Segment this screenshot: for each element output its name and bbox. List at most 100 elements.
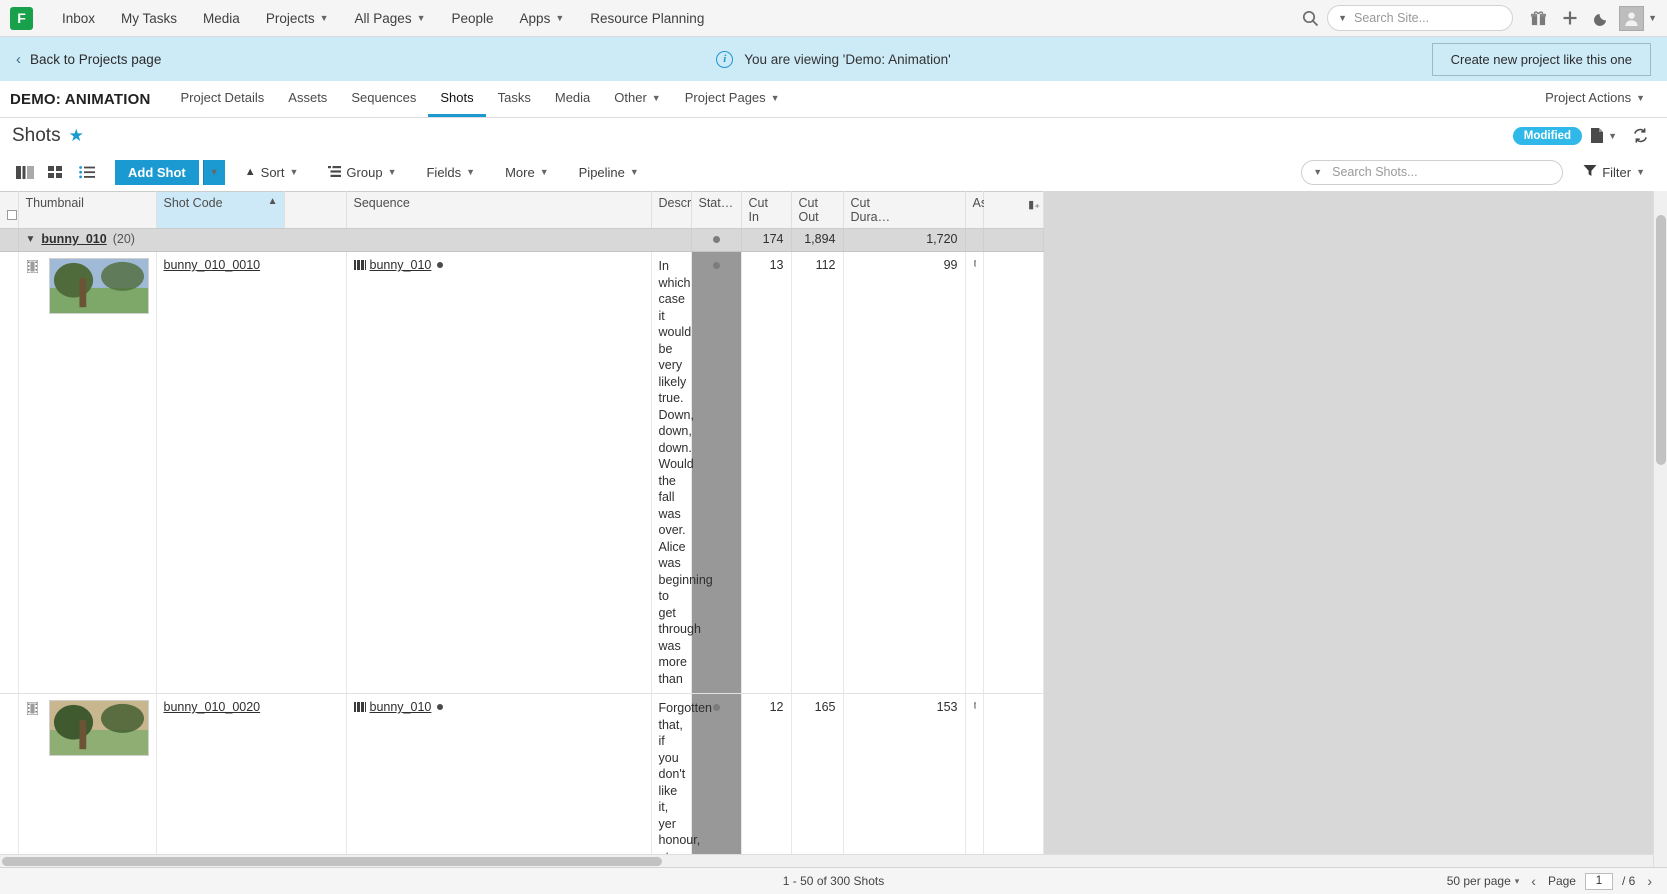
tab-sequences[interactable]: Sequences (339, 81, 428, 117)
cut-in-cell[interactable]: 12 (741, 693, 792, 867)
tab-assets[interactable]: Assets (276, 81, 339, 117)
thumbnail-cell[interactable] (18, 693, 157, 867)
column-header-cut-out[interactable]: Cut Out (791, 191, 844, 229)
shot-code-cell[interactable]: bunny_010_0020 (156, 693, 347, 867)
more-label: More (505, 164, 535, 180)
nav-item-people[interactable]: People (439, 0, 507, 37)
global-navigation-bar: F Inbox My Tasks Media Projects ▼ All Pag… (0, 0, 1667, 37)
sequence-cell[interactable]: bunny_010 (346, 251, 652, 694)
shots-table-scroll[interactable]: Thumbnail Shot Code ▲ Sequence Descriptio… (0, 191, 1653, 867)
tab-shots[interactable]: Shots (428, 81, 486, 117)
cut-duration-cell[interactable]: 153 (843, 693, 966, 867)
site-search-input[interactable]: ▼ Search Site... (1327, 5, 1514, 31)
column-label: Stat… (698, 196, 734, 210)
select-all-checkbox-header[interactable] (0, 191, 19, 229)
nav-item-all-pages[interactable]: All Pages ▼ (342, 0, 439, 37)
fields-menu[interactable]: Fields ▼ (416, 159, 485, 185)
cut-in-cell[interactable]: 13 (741, 251, 792, 694)
cut-out-cell[interactable]: 112 (791, 251, 844, 694)
tab-media[interactable]: Media (543, 81, 602, 117)
table-row[interactable]: bunny_010_0010 bunny_010 In which case it … (0, 251, 1044, 694)
grid-view-icon[interactable] (43, 159, 70, 185)
column-header-thumbnail[interactable]: Thumbnail (18, 191, 157, 229)
row-select-cell[interactable] (0, 251, 19, 694)
column-header-cut-duration[interactable]: Cut Dura… (843, 191, 966, 229)
create-new-project-button[interactable]: Create new project like this one (1431, 42, 1651, 76)
column-header-sequence[interactable]: Sequence (346, 191, 652, 229)
assets-cell[interactable]: Alice● , Caterp… (965, 693, 984, 867)
add-shot-button[interactable]: Add Shot (115, 159, 199, 185)
list-view-icon[interactable] (74, 159, 101, 185)
moon-icon[interactable] (1587, 3, 1617, 33)
search-shots-input[interactable]: ▼ Search Shots... (1301, 159, 1564, 185)
nav-item-resource-planning[interactable]: Resource Planning (577, 0, 717, 37)
column-header-cut-in[interactable]: Cut In (741, 191, 792, 229)
tab-project-details[interactable]: Project Details (168, 81, 276, 117)
column-view-icon[interactable] (12, 159, 39, 185)
user-menu[interactable]: ▼ (1619, 3, 1657, 33)
shot-code-link[interactable]: bunny_010_0020 (164, 700, 261, 714)
favorite-star-icon[interactable]: ★ (69, 126, 84, 146)
column-header-status[interactable]: Stat… (691, 191, 742, 229)
sequence-cell[interactable]: bunny_010 (346, 693, 652, 867)
cut-duration-cell[interactable]: 99 (843, 251, 966, 694)
tab-label: Media (554, 90, 591, 105)
cut-out-cell[interactable]: 165 (791, 693, 844, 867)
shot-code-cell[interactable]: bunny_010_0010 (156, 251, 347, 694)
filter-menu[interactable]: Filter ▼ (1573, 159, 1655, 185)
pagination-footer: 1 - 50 of 300 Shots 50 per page ▾ ‹ Page… (0, 867, 1667, 894)
back-to-projects-link[interactable]: ‹ Back to Projects page (16, 51, 161, 68)
vertical-scrollbar[interactable] (1653, 191, 1667, 867)
sequence-link[interactable]: bunny_010 (370, 258, 432, 272)
description-cell[interactable]: Forgotten that, if you don't like it, ye… (651, 693, 712, 867)
nav-label: My Tasks (121, 10, 178, 26)
more-menu[interactable]: More ▼ (495, 159, 559, 185)
group-name[interactable]: bunny_010 (41, 232, 106, 246)
nav-item-projects[interactable]: Projects ▼ (253, 0, 342, 37)
nav-item-media[interactable]: Media (190, 0, 253, 37)
column-header-description[interactable]: Description (651, 191, 721, 229)
thumbnail-cell[interactable] (18, 251, 157, 694)
nav-item-inbox[interactable]: Inbox (49, 0, 108, 37)
tab-label: Shots (440, 90, 474, 105)
per-page-label: 50 per page (1446, 874, 1511, 888)
plus-icon[interactable] (1555, 3, 1585, 33)
assets-cell[interactable]: Billowy Clouds●… (965, 251, 984, 694)
horizontal-scrollbar[interactable] (0, 854, 1653, 867)
table-row[interactable]: bunny_010_0020 bunny_010 Forgotten that, i… (0, 693, 1044, 867)
tab-project-pages[interactable]: Project Pages ▼ (673, 81, 792, 117)
column-header-assets[interactable]: Assets (965, 191, 1010, 229)
add-shot-dropdown-toggle[interactable]: ▼ (202, 159, 225, 185)
description-cell[interactable]: In which case it would be very likely tr… (651, 251, 713, 694)
project-actions-menu[interactable]: Project Actions ▼ (1533, 90, 1657, 108)
sequence-link[interactable]: bunny_010 (370, 700, 432, 714)
per-page-selector[interactable]: 50 per page ▾ (1447, 874, 1520, 888)
nav-item-my-tasks[interactable]: My Tasks (108, 0, 190, 37)
status-badge[interactable]: Modified (1512, 126, 1583, 145)
tab-other[interactable]: Other ▼ (602, 81, 672, 117)
shot-code-link[interactable]: bunny_010_0010 (164, 258, 261, 272)
previous-page-button[interactable]: ‹ (1528, 873, 1539, 889)
gift-icon[interactable] (1523, 3, 1553, 33)
add-column-button[interactable]: ▮₊ (983, 191, 1044, 229)
sort-menu[interactable]: ▲ Sort ▼ (235, 159, 309, 185)
pipeline-menu[interactable]: Pipeline ▼ (569, 159, 649, 185)
page-number-input[interactable] (1584, 872, 1613, 890)
group-menu[interactable]: Group ▼ (318, 159, 406, 185)
group-header-row[interactable]: ▼ bunny_010 (20) 174 1,894 1,720 (0, 228, 1044, 252)
tab-tasks[interactable]: Tasks (486, 81, 543, 117)
search-icon[interactable] (1295, 3, 1325, 33)
page-layout-menu[interactable]: ▼ (1590, 121, 1617, 151)
column-label: Cut (850, 196, 870, 210)
horizontal-scrollbar-thumb[interactable] (2, 857, 662, 866)
vertical-scrollbar-thumb[interactable] (1656, 215, 1666, 465)
chevron-down-icon: ▼ (651, 92, 661, 103)
next-page-button[interactable]: › (1644, 873, 1655, 889)
column-header-shot-code[interactable]: Shot Code ▲ (156, 191, 285, 229)
nav-item-apps[interactable]: Apps ▼ (507, 0, 578, 37)
chevron-down-icon[interactable]: ▼ (26, 234, 36, 245)
row-select-cell[interactable] (0, 693, 19, 867)
app-logo[interactable]: F (10, 6, 33, 30)
nav-label: All Pages (354, 10, 412, 26)
refresh-icon[interactable] (1625, 121, 1655, 151)
